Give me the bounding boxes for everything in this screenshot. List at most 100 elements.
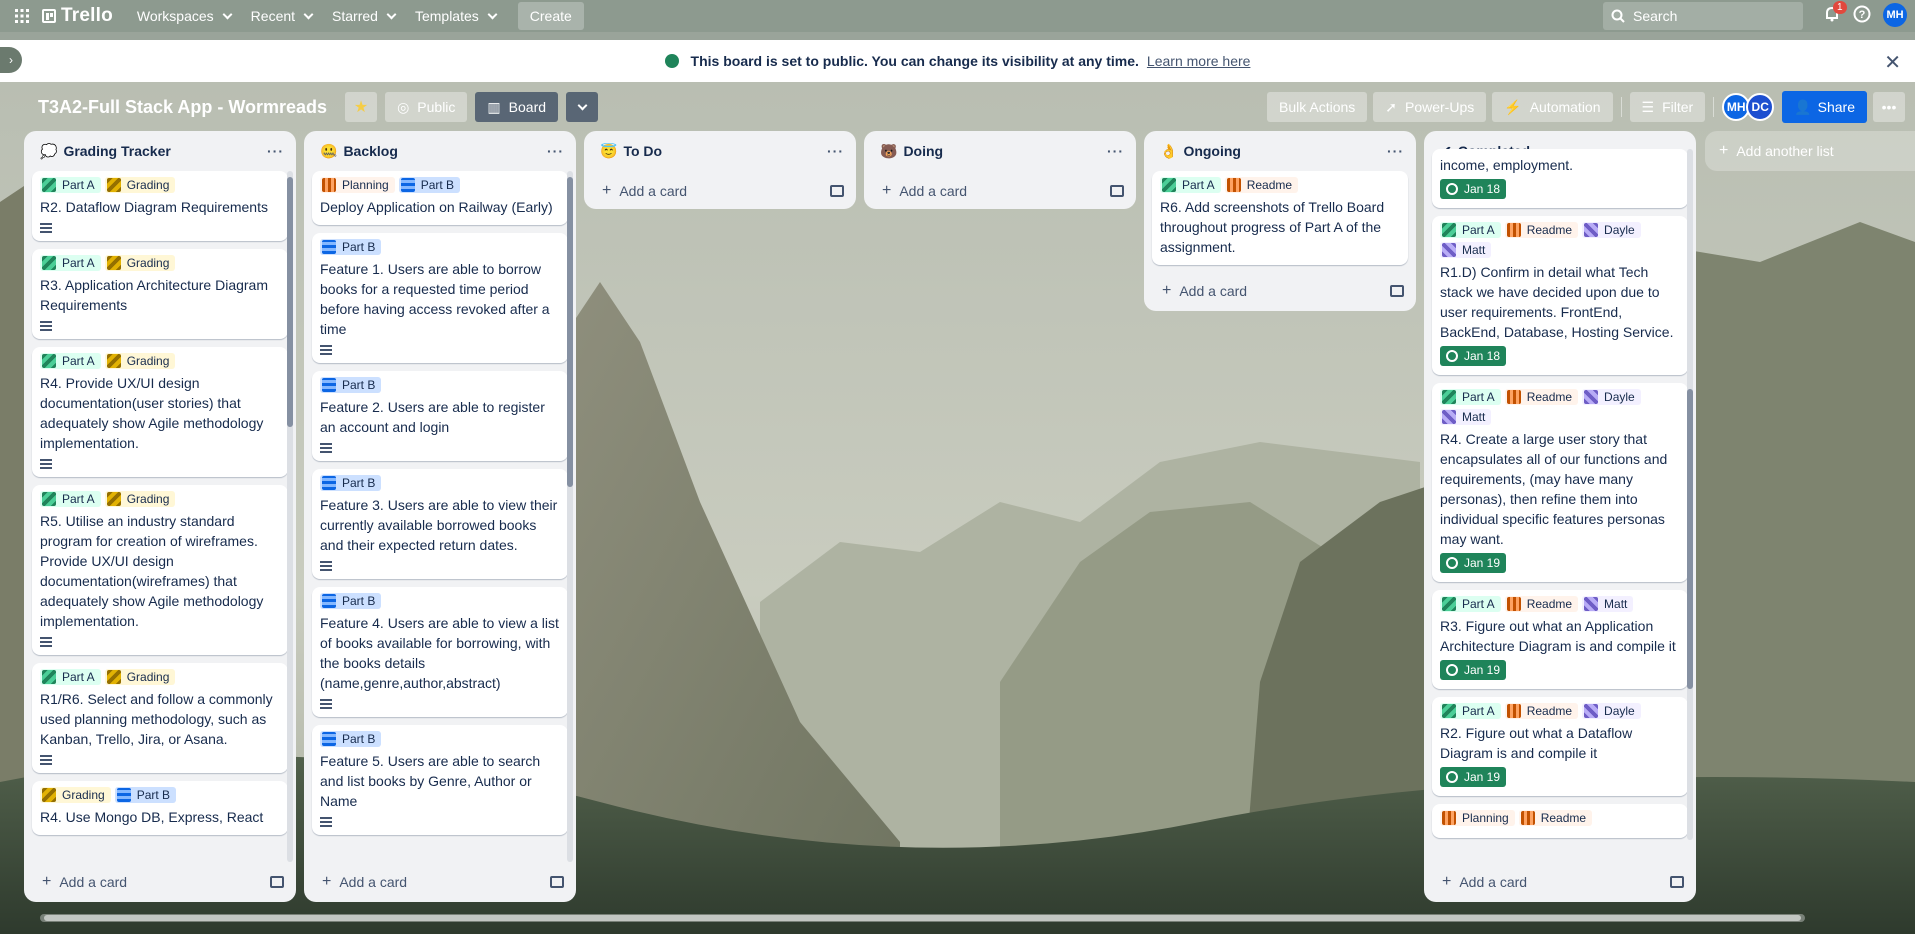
card-label[interactable]: Matt (1440, 242, 1492, 258)
card-label[interactable]: Matt (1440, 409, 1492, 425)
card-label[interactable]: Grading (104, 255, 176, 271)
card[interactable]: Part A Grading R3. Application Architectur… (32, 249, 288, 339)
list-scrollbar[interactable] (287, 171, 293, 862)
card-template-icon[interactable] (830, 185, 844, 197)
card-label[interactable]: Part B (320, 239, 382, 255)
card-label[interactable]: Dayle (1582, 389, 1641, 405)
notifications-icon[interactable]: 1 (1823, 0, 1847, 26)
list-header[interactable]: 😇 To Do ··· (584, 131, 856, 171)
card-label[interactable]: Readme (1224, 177, 1299, 193)
app-switcher-icon[interactable] (8, 2, 36, 30)
card[interactable]: Planning Part B Deploy Application on Rail… (312, 171, 568, 225)
card[interactable]: Planning Readme (1432, 804, 1688, 838)
card[interactable]: Grading Part B R4. Use Mongo DB, Express, … (32, 781, 288, 835)
bulk-actions-button[interactable]: Bulk Actions (1267, 92, 1368, 122)
board-view-button[interactable]: ▥ Board (475, 92, 559, 122)
visibility-button[interactable]: ◎ Public (385, 92, 468, 122)
due-date-badge[interactable]: Jan 19 (1440, 553, 1507, 573)
list-menu-icon[interactable]: ··· (827, 143, 844, 159)
member-avatar[interactable]: DC (1746, 93, 1775, 121)
list-title[interactable]: Grading Tracker (63, 143, 170, 159)
card[interactable]: Part A Grading R1/R6. Select and follow a … (32, 663, 288, 773)
card-label[interactable]: Part A (40, 353, 101, 369)
due-date-badge[interactable]: Jan 18 (1440, 346, 1507, 366)
due-date-badge[interactable]: Jan 18 (1440, 179, 1507, 199)
add-card-button[interactable]: + Add a card (304, 862, 576, 902)
card-label[interactable]: Part B (320, 377, 382, 393)
list-scrollbar[interactable] (567, 171, 573, 862)
card-label[interactable]: Part A (1440, 596, 1501, 612)
list-title[interactable]: Doing (903, 143, 943, 159)
card-label[interactable]: Readme (1504, 222, 1579, 238)
card[interactable]: Part A Grading R5. Utilise an industry sta… (32, 485, 288, 655)
card-label[interactable]: Readme (1518, 810, 1593, 826)
nav-templates[interactable]: Templates (405, 0, 506, 32)
automation-button[interactable]: ⚡ Automation (1492, 92, 1613, 122)
trello-logo[interactable]: Trello (42, 5, 113, 27)
nav-workspaces[interactable]: Workspaces (127, 0, 241, 32)
list-header[interactable]: 👌 Ongoing ··· (1144, 131, 1416, 171)
power-ups-button[interactable]: ➚ Power-Ups (1373, 92, 1487, 122)
card[interactable]: Part B Feature 4. Users are able to view … (312, 587, 568, 717)
card-label[interactable]: Part A (40, 669, 101, 685)
card[interactable]: Part A Readme R6. Add screenshots of Trell… (1152, 171, 1408, 265)
search-input[interactable]: Search (1603, 2, 1803, 30)
scrollbar-thumb[interactable] (567, 177, 573, 487)
card-label[interactable]: Matt (1582, 596, 1634, 612)
due-date-badge[interactable]: Jan 19 (1440, 767, 1507, 787)
list-menu-icon[interactable]: ··· (547, 143, 564, 159)
card-label[interactable]: Part B (320, 475, 382, 491)
create-button[interactable]: Create (517, 2, 584, 30)
card[interactable]: Part A Readme Matt R3. Figure out what an A… (1432, 590, 1688, 689)
add-card-button[interactable]: + Add a card (24, 862, 296, 902)
card-label[interactable]: Part A (40, 177, 101, 193)
card[interactable]: Part B Feature 3. Users are able to view … (312, 469, 568, 579)
card-template-icon[interactable] (1110, 185, 1124, 197)
list-title[interactable]: Ongoing (1183, 143, 1241, 159)
board-menu-button[interactable]: ••• (1873, 92, 1905, 122)
card-label[interactable]: Grading (104, 353, 176, 369)
list-title[interactable]: Backlog (343, 143, 397, 159)
card-label[interactable]: Part A (1440, 389, 1501, 405)
card-label[interactable]: Readme (1504, 389, 1579, 405)
card[interactable]: Part A Readme Dayle R2. Figure out what a D… (1432, 697, 1688, 796)
add-card-button[interactable]: + Add a card (584, 171, 856, 209)
card-label[interactable]: Part B (320, 731, 382, 747)
scrollbar-thumb[interactable] (44, 915, 1801, 921)
view-switcher-button[interactable] (566, 92, 599, 122)
card[interactable]: Part A Grading R2. Dataflow Diagram Requir… (32, 171, 288, 241)
card-template-icon[interactable] (1670, 876, 1684, 888)
card-label[interactable]: Part A (40, 491, 101, 507)
list-header[interactable]: 🤐 Backlog ··· (304, 131, 576, 171)
card-label[interactable]: Part A (1440, 222, 1501, 238)
star-button[interactable]: ★ (345, 92, 378, 122)
card-label[interactable]: Part A (40, 255, 101, 271)
card-label[interactable]: Grading (104, 177, 176, 193)
card-label[interactable]: Part B (114, 787, 177, 803)
card-template-icon[interactable] (1390, 285, 1404, 297)
user-avatar[interactable]: MH (1883, 3, 1907, 27)
board-horizontal-scrollbar[interactable] (40, 914, 1805, 922)
due-date-badge[interactable]: Jan 19 (1440, 660, 1507, 680)
board-title[interactable]: T3A2-Full Stack App - Wormreads (38, 97, 327, 118)
card-label[interactable]: Part A (1160, 177, 1221, 193)
card[interactable]: Part B Feature 1. Users are able to borro… (312, 233, 568, 363)
list-menu-icon[interactable]: ··· (267, 143, 284, 159)
card[interactable]: Part B Feature 2. Users are able to regis… (312, 371, 568, 461)
card-label[interactable]: Part B (398, 177, 461, 193)
card-template-icon[interactable] (550, 876, 564, 888)
card[interactable]: Part A Readme Dayle Matt R4. Create a large … (1432, 383, 1688, 582)
close-icon[interactable]: ✕ (1884, 50, 1901, 75)
card-label[interactable]: Readme (1504, 596, 1579, 612)
nav-recent[interactable]: Recent (241, 0, 322, 32)
card-label[interactable]: Part B (320, 593, 382, 609)
card-label[interactable]: Part A (1440, 703, 1501, 719)
add-list-button[interactable]: + Add another list (1705, 131, 1915, 171)
card-label[interactable]: Dayle (1582, 222, 1641, 238)
list-menu-icon[interactable]: ··· (1387, 143, 1404, 159)
list-scrollbar[interactable] (1687, 149, 1693, 840)
list-title[interactable]: To Do (623, 143, 662, 159)
scrollbar-thumb[interactable] (1687, 389, 1693, 689)
scrollbar-thumb[interactable] (287, 177, 293, 427)
card[interactable]: Part A Grading R4. Provide UX/UI design do… (32, 347, 288, 477)
